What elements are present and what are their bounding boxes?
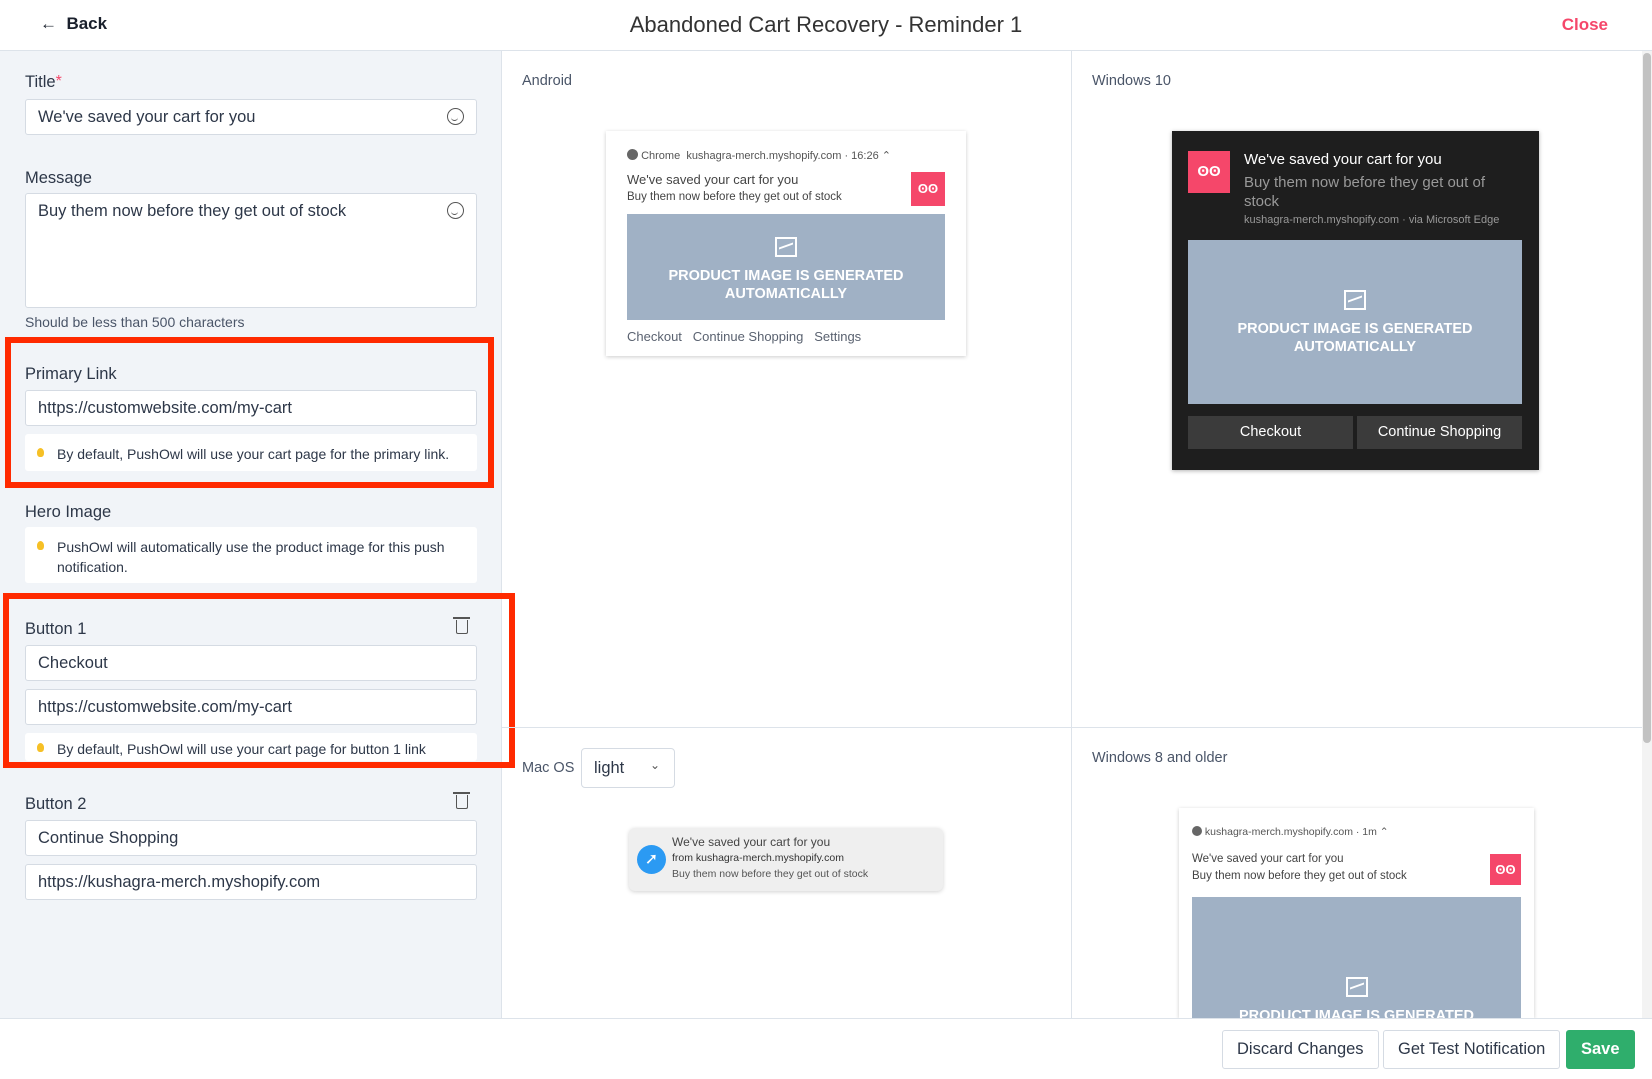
- title-input[interactable]: We've saved your cart for you: [25, 99, 477, 135]
- notif-message: Buy them now before they get out of stoc…: [672, 868, 869, 880]
- safari-icon: ➚: [637, 845, 666, 874]
- windows10-label: Windows 10: [1092, 73, 1171, 89]
- notif-message: Buy them now before they get out of stoc…: [627, 191, 842, 203]
- button1-label: Button 1: [25, 620, 87, 638]
- emoji-icon[interactable]: [447, 108, 464, 125]
- macos-preview: ➚ We've saved your cart for you from kus…: [629, 828, 943, 891]
- emoji-icon[interactable]: [447, 202, 464, 219]
- notif-message: Buy them now before they get out of stoc…: [1244, 174, 1485, 210]
- macos-label: Mac OS: [522, 760, 575, 776]
- footer: Discard Changes Get Test Notification Sa…: [0, 1018, 1652, 1079]
- button2-link-input[interactable]: https://kushagra-merch.myshopify.com: [25, 864, 477, 900]
- lightbulb-icon: [37, 448, 44, 457]
- chevron-down-icon: ⌄: [649, 758, 660, 772]
- message-helper: Should be less than 500 characters: [25, 314, 245, 330]
- android-actions: Checkout Continue Shopping Settings: [627, 329, 862, 344]
- button2-label: Button 2: [25, 795, 87, 813]
- chrome-icon: [1192, 826, 1202, 836]
- button1-info: By default, PushOwl will use your cart p…: [25, 733, 477, 761]
- pushowl-logo-icon: ʘʘ: [911, 172, 945, 206]
- scrollbar-thumb[interactable]: [1643, 53, 1651, 743]
- header: ← Back Abandoned Cart Recovery - Reminde…: [0, 0, 1652, 51]
- notif-site: kushagra-merch.myshopify.com · via Micro…: [1244, 214, 1500, 226]
- primary-link-info: By default, PushOwl will use your cart p…: [25, 434, 477, 471]
- notif-title: We've saved your cart for you: [1192, 853, 1344, 865]
- notif-site: from kushagra-merch.myshopify.com: [672, 852, 844, 864]
- product-image-placeholder: PRODUCT IMAGE IS GENERATED AUTOMATICALLY: [627, 214, 945, 320]
- pushowl-logo-icon: ʘʘ: [1188, 151, 1230, 193]
- message-label: Message: [25, 169, 92, 187]
- get-test-notification-button[interactable]: Get Test Notification: [1383, 1030, 1561, 1069]
- windows10-preview: ʘʘ We've saved your cart for you Buy the…: [1172, 131, 1539, 470]
- image-icon: [1344, 290, 1366, 310]
- android-label: Android: [522, 73, 572, 89]
- divider: [1071, 51, 1072, 1018]
- trash-icon[interactable]: [453, 617, 470, 634]
- close-button[interactable]: Close: [1562, 15, 1608, 35]
- primary-link-label: Primary Link: [25, 365, 117, 383]
- product-image-placeholder: PRODUCT IMAGE IS GENERATED AUTOMATICALLY: [1192, 897, 1521, 1018]
- android-source: Chrome kushagra-merch.myshopify.com · 16…: [627, 149, 891, 162]
- notif-message: Buy them now before they get out of stoc…: [1192, 870, 1407, 882]
- product-image-placeholder: PRODUCT IMAGE IS GENERATED AUTOMATICALLY: [1188, 240, 1522, 404]
- message-textarea[interactable]: Buy them now before they get out of stoc…: [25, 193, 477, 308]
- windows8-source: kushagra-merch.myshopify.com · 1m ⌃: [1192, 826, 1389, 838]
- continue-shopping-button[interactable]: Continue Shopping: [1357, 416, 1522, 449]
- image-icon: [775, 237, 797, 257]
- pushowl-logo-icon: ʘʘ: [1490, 854, 1521, 885]
- image-icon: [1345, 977, 1368, 997]
- android-preview: Chrome kushagra-merch.myshopify.com · 16…: [606, 131, 966, 356]
- macos-theme-select[interactable]: light ⌄: [581, 748, 675, 788]
- hero-image-label: Hero Image: [25, 503, 112, 521]
- windows8-label: Windows 8 and older: [1092, 750, 1228, 766]
- save-button[interactable]: Save: [1566, 1030, 1635, 1069]
- button1-link-input[interactable]: https://customwebsite.com/my-cart: [25, 689, 477, 725]
- primary-link-input[interactable]: https://customwebsite.com/my-cart: [25, 390, 477, 426]
- lightbulb-icon: [37, 541, 44, 550]
- checkout-button[interactable]: Checkout: [1188, 416, 1353, 449]
- notif-title: We've saved your cart for you: [627, 172, 799, 187]
- page-title: Abandoned Cart Recovery - Reminder 1: [629, 12, 1023, 37]
- lightbulb-icon: [37, 743, 44, 752]
- discard-changes-button[interactable]: Discard Changes: [1222, 1030, 1379, 1069]
- trash-icon[interactable]: [453, 792, 470, 809]
- notif-title: We've saved your cart for you: [672, 835, 831, 849]
- chrome-icon: [627, 149, 638, 160]
- windows8-preview: kushagra-merch.myshopify.com · 1m ⌃ We'v…: [1179, 808, 1534, 1018]
- hero-image-info: PushOwl will automatically use the produ…: [25, 527, 477, 583]
- divider: [502, 727, 1642, 728]
- notif-title: We've saved your cart for you: [1244, 151, 1442, 168]
- title-label: Title*: [25, 73, 62, 91]
- button1-text-input[interactable]: Checkout: [25, 645, 477, 681]
- button2-text-input[interactable]: Continue Shopping: [25, 820, 477, 856]
